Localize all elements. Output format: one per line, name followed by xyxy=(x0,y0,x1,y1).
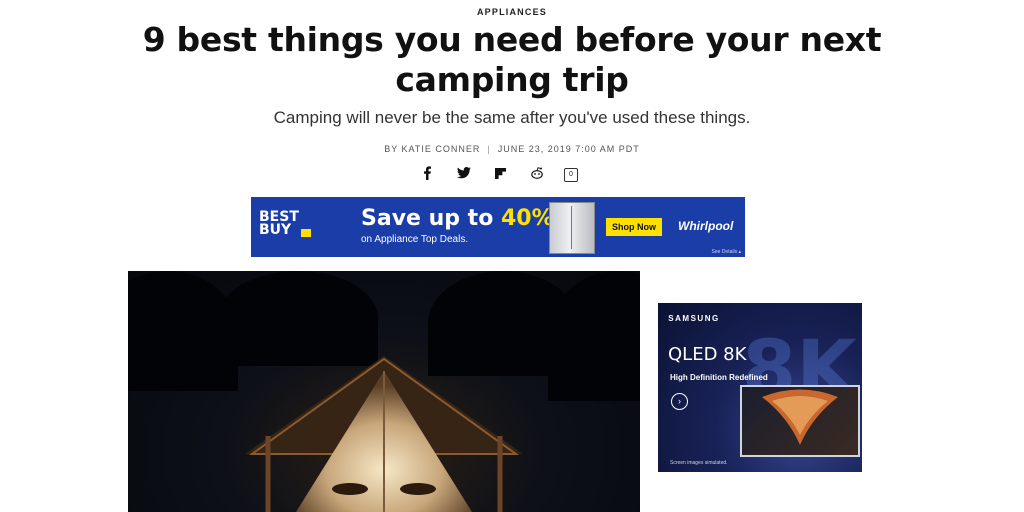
ad-subtitle: High Definition Redefined xyxy=(670,373,768,382)
byline: BY KATIE CONNER | JUNE 23, 2019 7:00 AM PD… xyxy=(0,144,1024,154)
shop-now-button[interactable]: Shop Now xyxy=(606,218,662,236)
chevron-right-icon[interactable]: › xyxy=(671,393,688,410)
bestbuy-logo-line2: BUY xyxy=(259,222,292,238)
article-category[interactable]: APPLIANCES xyxy=(0,7,1024,17)
twitter-icon[interactable] xyxy=(455,166,473,184)
article-dek: Camping will never be the same after you… xyxy=(273,108,751,127)
ad-title: QLED 8K xyxy=(668,344,747,365)
author[interactable]: BY KATIE CONNER xyxy=(384,144,480,154)
refrigerator-image xyxy=(549,202,595,254)
byline-separator: | xyxy=(487,144,491,154)
ad-headline-percent: 40% xyxy=(500,206,554,231)
ad-subtext: on Appliance Top Deals. xyxy=(361,234,469,245)
comment-icon[interactable]: 0 xyxy=(564,168,578,182)
samsung-ad[interactable]: SAMSUNG 8K QLED 8K High Definition Redef… xyxy=(658,303,862,472)
bestbuy-logo: BEST BUY xyxy=(259,210,299,238)
article-headline: 9 best things you need before your next … xyxy=(142,20,882,99)
samsung-logo: SAMSUNG xyxy=(668,314,720,323)
bestbuy-tag-icon xyxy=(301,229,311,237)
tv-image xyxy=(740,385,860,457)
see-details-label: See Details xyxy=(711,249,738,255)
bestbuy-ad-banner[interactable]: BEST BUY Save up to 40% on Appliance Top… xyxy=(251,197,745,257)
comment-count: 0 xyxy=(569,171,573,178)
reddit-icon[interactable] xyxy=(528,166,546,184)
hero-image xyxy=(128,271,640,512)
ad-headline-prefix: Save up to xyxy=(361,206,501,231)
whirlpool-logo: Whirlpool xyxy=(678,219,734,233)
tv-screen-art xyxy=(762,389,838,445)
ad-headline: Save up to 40% xyxy=(361,206,554,231)
publish-date: JUNE 23, 2019 7:00 AM PDT xyxy=(497,144,640,154)
facebook-icon[interactable] xyxy=(418,166,436,184)
see-details-link[interactable]: See Details ▴ xyxy=(712,249,741,255)
tent-illustration xyxy=(245,356,523,512)
disclaimer-text: Screen images simulated. xyxy=(670,460,728,466)
flipboard-icon[interactable] xyxy=(491,166,509,184)
share-bar: 0 xyxy=(418,165,578,185)
